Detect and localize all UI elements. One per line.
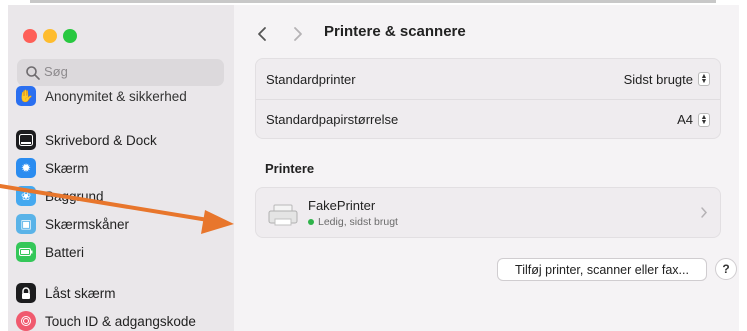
search-input[interactable]: Søg [17, 59, 224, 86]
printer-status: Ledig, sidst brugt [308, 216, 398, 228]
paper-size-label: Standardpapirstørrelse [266, 112, 399, 127]
sidebar-item-wallpaper[interactable]: ❀ Baggrund [16, 184, 228, 208]
printer-icon [268, 204, 298, 226]
default-printer-value[interactable]: Sidst brugte [624, 72, 693, 87]
status-dot-icon [308, 219, 314, 225]
sidebar-item-privacy[interactable]: ✋ Anonymitet & sikkerhed [16, 85, 228, 107]
paper-size-row[interactable]: Standardpapirstørrelse A4 ▲ ▼ [256, 99, 720, 139]
minimize-window-button[interactable] [43, 29, 57, 43]
main-pane: Printere & scannere Standardprinter Sids… [234, 5, 739, 331]
default-settings-panel: Standardprinter Sidst brugte ▲ ▼ Standard… [255, 58, 721, 139]
search-placeholder: Søg [44, 64, 68, 79]
sidebar-item-label: Skærmskåner [45, 216, 130, 232]
fingerprint-icon [16, 311, 36, 331]
sidebar-item-touch-id[interactable]: Touch ID & adgangskode [16, 309, 228, 331]
default-printer-row[interactable]: Standardprinter Sidst brugte ▲ ▼ [256, 59, 720, 99]
sidebar-item-lock-screen[interactable]: Låst skærm [16, 281, 228, 305]
sidebar-item-battery[interactable]: Batteri [16, 240, 228, 264]
forward-chevron-icon[interactable] [291, 25, 305, 43]
zoom-window-button[interactable] [63, 29, 77, 43]
page-title: Printere & scannere [324, 23, 466, 40]
screensaver-icon: ▣ [16, 214, 36, 234]
sidebar-item-label: Låst skærm [45, 285, 116, 301]
sidebar-item-label: Baggrund [45, 188, 104, 204]
hand-icon: ✋ [16, 86, 36, 106]
sidebar-item-label: Skrivebord & Dock [45, 132, 157, 148]
help-button[interactable]: ? [715, 258, 737, 280]
sun-icon: ✹ [16, 158, 36, 178]
printers-section-title: Printere [265, 161, 315, 176]
sidebar-item-label: Anonymitet & sikkerhed [45, 88, 187, 104]
close-window-button[interactable] [23, 29, 37, 43]
sidebar-item-label: Batteri [45, 244, 85, 260]
printer-status-text: Ledig, sidst brugt [318, 216, 398, 228]
sidebar-item-screensaver[interactable]: ▣ Skærmskåner [16, 212, 228, 236]
sidebar-item-label: Touch ID & adgangskode [45, 313, 196, 329]
dock-icon [16, 130, 36, 150]
printer-list-item[interactable]: FakePrinter Ledig, sidst brugt [255, 187, 721, 238]
updown-chevron-icon[interactable]: ▲ ▼ [698, 72, 710, 86]
add-printer-button[interactable]: Tilføj printer, scanner eller fax... [497, 258, 707, 281]
sidebar: Søg ✋ Anonymitet & sikkerhed Skrivebord … [8, 5, 234, 331]
window-top-edge [30, 0, 716, 3]
sidebar-item-label: Skærm [45, 160, 89, 176]
chevron-right-icon [701, 207, 708, 218]
flower-icon: ❀ [16, 186, 36, 206]
battery-icon [16, 242, 36, 262]
sidebar-item-desktop-dock[interactable]: Skrivebord & Dock [16, 128, 228, 152]
default-printer-label: Standardprinter [266, 71, 356, 87]
paper-size-value[interactable]: A4 [677, 112, 693, 127]
lock-icon [16, 283, 36, 303]
back-chevron-icon[interactable] [255, 25, 269, 43]
sidebar-item-display[interactable]: ✹ Skærm [16, 156, 228, 180]
updown-chevron-icon[interactable]: ▲ ▼ [698, 112, 710, 127]
search-icon [26, 66, 40, 80]
printer-name: FakePrinter [308, 198, 376, 213]
